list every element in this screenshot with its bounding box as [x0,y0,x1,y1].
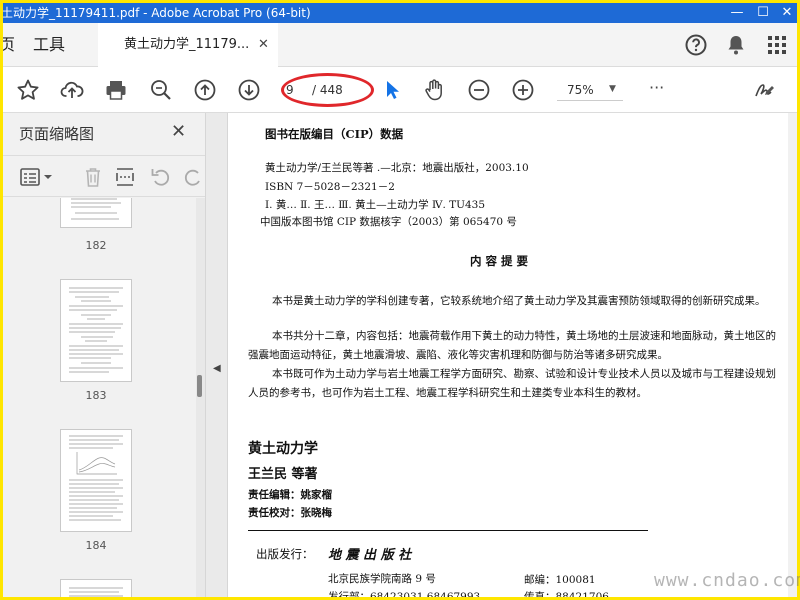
thumbnail-page-number: 182 [85,239,107,252]
apps-grid-icon[interactable] [765,33,789,57]
delete-page-icon[interactable] [81,165,105,189]
cip-line: 黄土动力学/王兰民等著 .—北京：地震出版社，2003.10 [265,162,529,174]
thumbnail-scrollbar[interactable] [196,198,205,597]
thumbnail-toolbar [3,155,205,197]
page-up-icon[interactable] [192,78,218,102]
more-icon[interactable]: ··· [649,78,664,97]
summary-paragraph: 本书既可作为土动力学与岩土地震工程学方面研究、勘察、试验和设计专业技术人员以及城… [248,368,776,399]
thumbnail-list: 182 183 184 [3,198,197,597]
zoom-in-icon[interactable] [510,78,536,102]
book-title: 黄土动力学 [248,441,318,457]
title-bar: 土动力学_11179411.pdf - Adobe Acrobat Pro (6… [3,3,797,23]
panel-close-button[interactable]: ✕ [171,121,186,142]
publisher-fax: 传真：88421706 [524,591,609,597]
book-editor: 责任编辑：姚家榴 [248,489,332,501]
select-arrow-icon[interactable] [379,78,405,102]
tab-document[interactable]: 黄土动力学_11179... ✕ [98,23,278,67]
print-icon[interactable] [103,78,129,102]
thumbnail-scrollbar-thumb[interactable] [197,375,202,397]
thumbnail-page-content [69,587,123,597]
sign-icon[interactable] [751,78,777,102]
publisher-postcode: 邮编：100081 [524,574,596,586]
zoom-select[interactable]: 75% ▼ [557,79,623,101]
summary-paragraph: 本书是黄土动力学的学科创建专著，它较系统地介绍了黄土动力学及其震害预防领域取得的… [272,295,766,307]
publisher-phone: 发行部：68423031 68467993 [328,591,481,597]
upload-icon[interactable] [59,78,85,102]
zoom-search-icon[interactable] [148,78,174,102]
current-page-input[interactable]: 9 [286,79,294,101]
bell-icon[interactable] [724,33,748,57]
zoom-out-icon[interactable] [466,78,492,102]
rotate-left-icon[interactable] [149,165,173,189]
page-thumbnails-panel: 页面缩略图 ✕ 182 183 184 [3,113,206,597]
minimize-button[interactable]: — [725,3,749,23]
document-scrollbar[interactable] [788,113,797,597]
app-window: 土动力学_11179411.pdf - Adobe Acrobat Pro (6… [3,3,797,597]
page-number-field[interactable]: 9 / 448 [286,79,344,101]
panel-title: 页面缩略图 [19,125,95,143]
total-pages-label: / 448 [312,83,343,97]
star-icon[interactable] [15,78,41,102]
thumbnail-page-number: 183 [85,389,107,402]
collapse-left-icon[interactable]: ◀ [213,363,221,374]
thumbnail-page[interactable] [60,579,132,597]
zoom-value: 75% [567,83,594,97]
cip-title: 图书在版编目（CIP）数据 [265,127,404,141]
thumbnail-page-content [69,287,123,373]
home-tab-edge[interactable]: 页 [3,23,15,67]
options-menu-icon[interactable] [19,165,55,189]
tab-tools[interactable]: 页 工具 [3,23,98,67]
thumbnail-page-content [71,198,121,220]
maximize-button[interactable]: ☐ [751,3,775,23]
extract-pages-icon[interactable] [113,165,137,189]
book-proofreader: 责任校对：张晓梅 [248,507,332,519]
main-toolbar: 9 / 448 75% ▼ ··· [3,67,797,113]
summary-heading: 内 容 提 要 [470,254,529,268]
tab-tools-label: 工具 [33,35,66,54]
panel-collapse-strip[interactable]: ◀ [206,113,228,597]
book-authors: 王兰民 等著 [248,467,318,482]
page-down-icon[interactable] [236,78,262,102]
chevron-down-icon[interactable]: ▼ [609,78,616,100]
thumbnail-page[interactable] [60,279,132,382]
tab-document-label: 黄土动力学_11179... [124,37,250,52]
cip-line: 中国版本图书馆 CIP 数据核字（2003）第 065470 号 [260,216,517,228]
help-icon[interactable] [684,33,708,57]
publisher-label: 出版发行： [256,547,314,561]
thumbnail-page-number: 184 [85,539,107,552]
window-title: 土动力学_11179411.pdf - Adobe Acrobat Pro (6… [3,6,311,20]
thumbnail-page-content [69,435,123,521]
tab-close-button[interactable]: ✕ [258,23,269,67]
thumbnail-page[interactable] [60,198,132,228]
rotate-right-icon[interactable] [181,165,205,189]
document-page: 图书在版编目（CIP）数据 黄土动力学/王兰民等著 .—北京：地震出版社，200… [228,113,788,597]
tab-bar: 页 工具 黄土动力学_11179... ✕ [3,23,797,67]
publisher-name: 地 震 出 版 社 [328,548,412,563]
hand-icon[interactable] [421,78,447,102]
close-window-button[interactable]: ✕ [775,3,797,23]
cip-line: Ⅰ. 黄… Ⅱ. 王… Ⅲ. 黄土—土动力学 Ⅳ. TU435 [265,199,486,211]
divider-line [248,530,648,531]
summary-paragraph: 本书共分十二章，内容包括：地震荷载作用下黄土的动力特性，黄土场地的土层波速和地面… [248,330,776,361]
thumbnail-page[interactable] [60,429,132,532]
publisher-address: 北京民族学院南路 9 号 [328,573,436,585]
cip-line: ISBN 7－5028－2321－2 [265,181,395,193]
